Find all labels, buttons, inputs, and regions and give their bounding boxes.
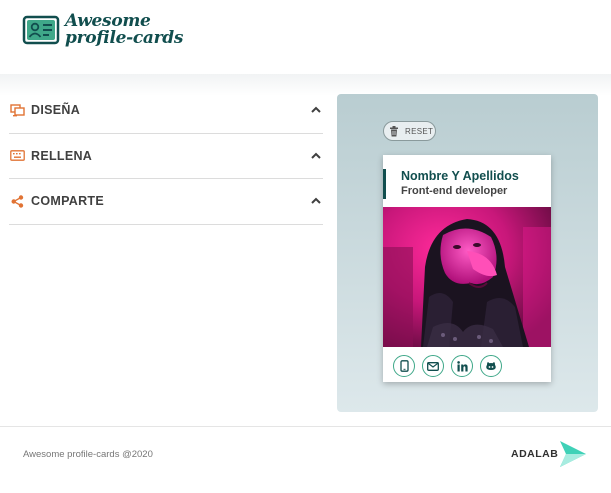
- logo[interactable]: Awesome profile-cards: [22, 13, 183, 47]
- id-card-icon: [22, 15, 60, 45]
- card-photo: [383, 207, 551, 347]
- accordion-design[interactable]: DISEÑA: [9, 88, 323, 134]
- accordion-share-label: COMPARTE: [31, 194, 104, 209]
- email-icon[interactable]: [422, 355, 444, 377]
- chevron-up-icon[interactable]: [309, 149, 323, 163]
- app-header: Awesome profile-cards: [0, 0, 611, 74]
- linkedin-icon[interactable]: [451, 355, 473, 377]
- footer-divider: [0, 426, 611, 427]
- keyboard-icon: [9, 149, 25, 163]
- adalab-arrow-icon: [560, 441, 587, 467]
- card-header: Nombre Y Apellidos Front-end developer: [383, 169, 551, 199]
- card-preview: RESET Nombre Y Apellidos Front-end devel…: [337, 94, 598, 412]
- accordion-fill-label: RELLENA: [31, 148, 93, 163]
- adalab-logo[interactable]: ADALAB: [511, 440, 588, 468]
- logo-line-2: profile-cards: [65, 28, 184, 48]
- accordion-share[interactable]: COMPARTE: [9, 179, 323, 225]
- reset-button[interactable]: RESET: [383, 121, 436, 141]
- chevron-up-icon[interactable]: [309, 103, 323, 117]
- phone-icon[interactable]: [393, 355, 415, 377]
- chevron-up-icon[interactable]: [309, 194, 323, 208]
- card-name: Nombre Y Apellidos: [401, 169, 519, 183]
- logo-text: Awesome profile-cards: [65, 13, 183, 47]
- accordion-design-label: DISEÑA: [31, 103, 81, 118]
- card-job: Front-end developer: [401, 185, 508, 197]
- form-accordion: DISEÑA RELLENA COMPARTE: [9, 88, 323, 225]
- reset-label: RESET: [405, 126, 434, 136]
- trash-icon: [390, 125, 398, 136]
- adalab-label: ADALAB: [511, 448, 559, 460]
- footer-copyright: Awesome profile-cards @2020: [23, 449, 153, 460]
- card-contact-icons: [393, 355, 509, 377]
- profile-card: Nombre Y Apellidos Front-end developer: [383, 155, 551, 382]
- accordion-fill[interactable]: RELLENA: [9, 134, 323, 179]
- share-icon: [9, 194, 25, 208]
- github-icon[interactable]: [480, 355, 502, 377]
- palette-icon: [9, 103, 25, 117]
